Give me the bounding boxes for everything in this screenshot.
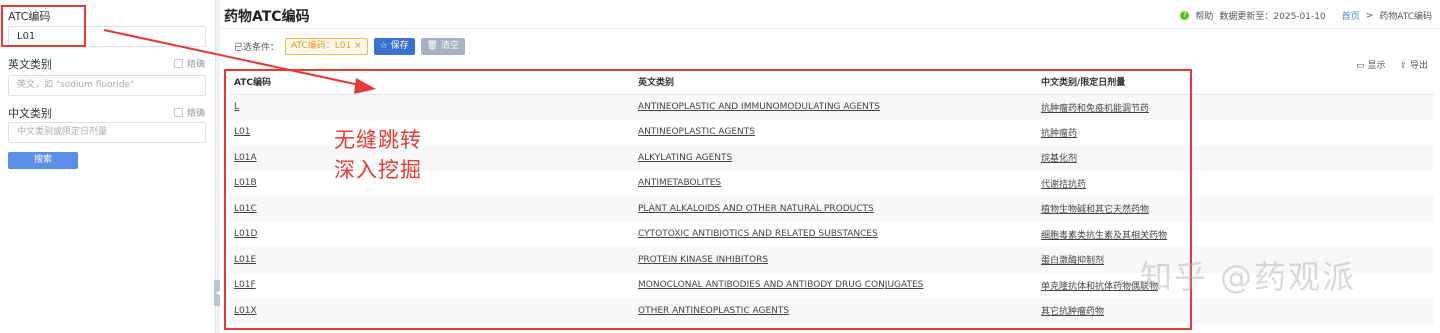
arrow-line — [103, 29, 365, 87]
arrow-head — [354, 78, 376, 94]
watermark: 知乎 @药观派 — [1140, 258, 1357, 296]
